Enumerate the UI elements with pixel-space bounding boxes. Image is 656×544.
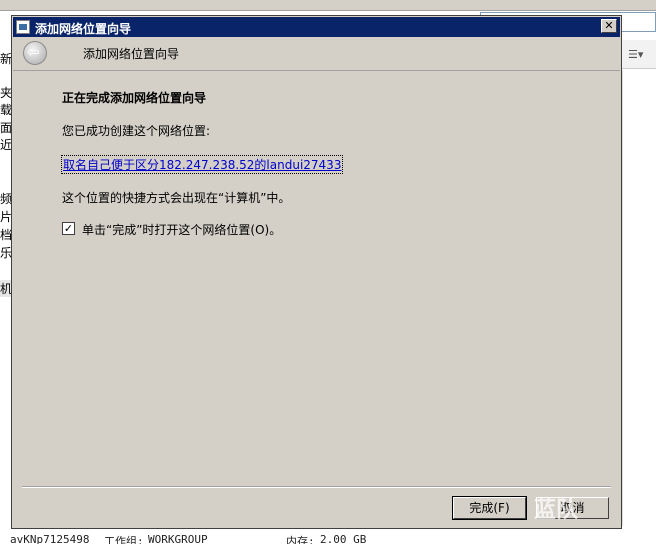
view-options-icon[interactable]: ☰▾ — [628, 48, 643, 61]
network-location-link[interactable]: 取名自己便于区分182.247.238.52的landui27433 — [61, 155, 344, 174]
finish-button[interactable]: 完成(F) — [452, 496, 527, 520]
wizard-content: 正在完成添加网络位置向导 您已成功创建这个网络位置: 取名自己便于区分182.2… — [13, 71, 620, 480]
back-arrow-icon[interactable] — [23, 41, 47, 65]
page-heading: 正在完成添加网络位置向导 — [62, 91, 207, 105]
cancel-button[interactable]: 取消 — [536, 497, 609, 519]
success-text: 您已成功创建这个网络位置: — [62, 124, 211, 138]
footer-divider — [22, 486, 611, 488]
shortcut-info-text: 这个位置的快捷方式会出现在“计算机”中。 — [62, 191, 291, 205]
background-status-bar: avKNp7125498 工作组: WORKGROUP 内存: 2.00 GB — [0, 529, 656, 544]
workgroup-value: WORKGROUP — [148, 533, 208, 544]
wizard-title: 添加网络位置向导 — [83, 47, 180, 61]
open-location-label[interactable]: 单击“完成”时打开这个网络位置(O)。 — [82, 221, 281, 238]
background-content-pane — [622, 70, 656, 526]
background-toolbar: ☰▾ — [622, 40, 656, 69]
window-icon — [16, 20, 30, 34]
dialog-titlebar[interactable]: 添加网络位置向导 ✕ — [13, 17, 620, 37]
workgroup-label: 工作组: — [104, 535, 144, 544]
add-network-location-dialog: 添加网络位置向导 ✕ 添加网络位置向导 正在完成添加网络位置向导 您已成功创建这… — [11, 15, 622, 529]
memory-value: 2.00 GB — [320, 533, 367, 544]
open-location-checkbox[interactable]: ✓ — [62, 222, 75, 235]
memory-label: 内存: — [286, 535, 315, 544]
background-window-topbar — [0, 0, 656, 11]
close-button[interactable]: ✕ — [601, 19, 617, 33]
computer-name: avKNp7125498 — [10, 533, 90, 544]
wizard-header: 添加网络位置向导 — [13, 37, 620, 71]
window-title: 添加网络位置向导 — [35, 22, 132, 36]
